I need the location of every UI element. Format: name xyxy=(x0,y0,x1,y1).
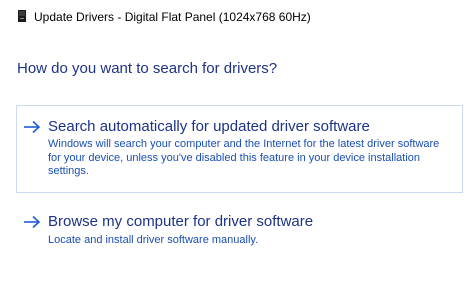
search-automatically-link[interactable]: Search automatically for updated driver … xyxy=(48,118,370,136)
arrow-right-icon xyxy=(24,215,41,229)
arrow-right-icon xyxy=(24,120,41,134)
update-drivers-window: Update Drivers - Digital Flat Panel (102… xyxy=(0,0,474,284)
description-line: Locate and install driver software manua… xyxy=(48,234,259,246)
window-title: Update Drivers - Digital Flat Panel (102… xyxy=(34,10,311,24)
browse-computer-option[interactable]: Browse my computer for driver software L… xyxy=(16,206,463,254)
description-line: Windows will search your computer and th… xyxy=(48,138,440,150)
browse-computer-description: Locate and install driver software manua… xyxy=(48,234,458,248)
monitor-device-icon xyxy=(18,10,26,22)
page-heading: How do you want to search for drivers? xyxy=(17,60,278,77)
description-line: for your device, unless you've disabled … xyxy=(48,151,421,164)
title-bar: Update Drivers - Digital Flat Panel (102… xyxy=(0,0,474,30)
search-automatically-description: Windows will search your computer and th… xyxy=(48,138,458,179)
search-automatically-option[interactable]: Search automatically for updated driver … xyxy=(16,105,463,193)
browse-computer-link[interactable]: Browse my computer for driver software xyxy=(48,213,313,231)
description-line: settings. xyxy=(48,165,89,177)
